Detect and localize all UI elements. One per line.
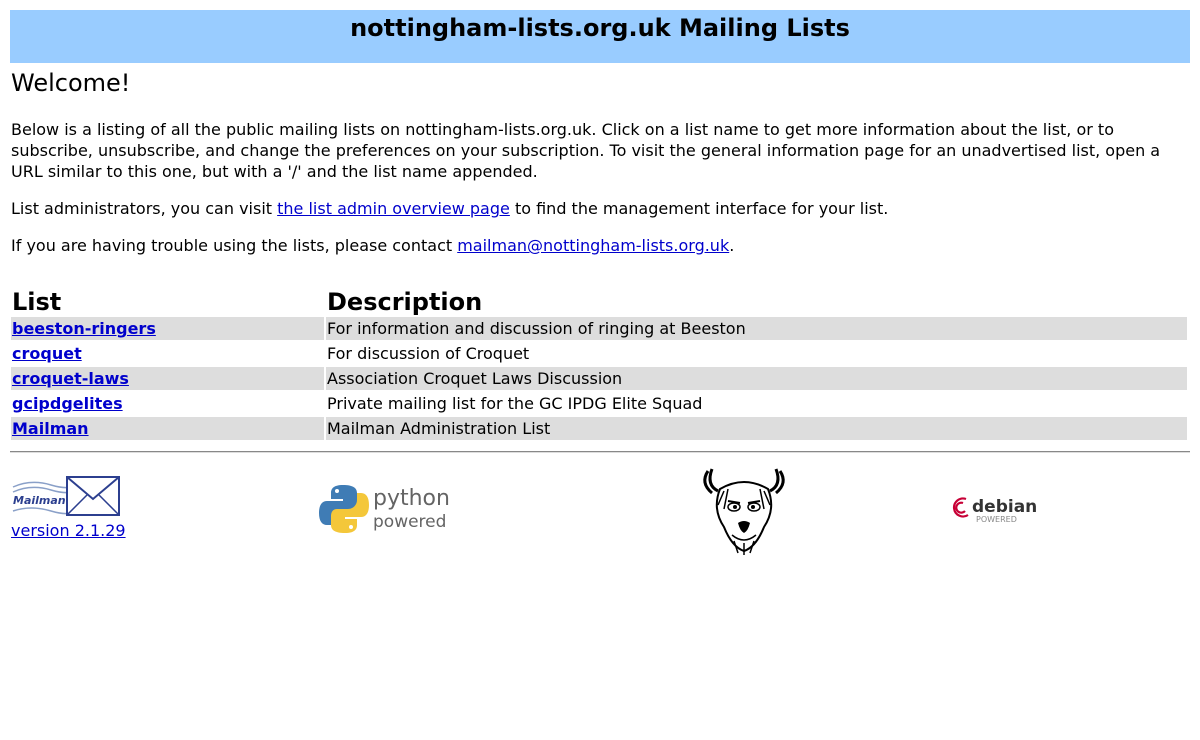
python-powered-logo-icon[interactable]: python powered bbox=[319, 483, 450, 535]
list-column-header: List bbox=[12, 288, 62, 316]
footer: Mailman version 2.1.29 python powered de… bbox=[10, 465, 1190, 575]
list-name-cell: croquet-laws bbox=[11, 367, 324, 390]
table-header-row: List Description bbox=[11, 289, 1187, 315]
list-link-croquet[interactable]: croquet bbox=[12, 344, 82, 363]
list-description-cell: Private mailing list for the GC IPDG Eli… bbox=[327, 394, 703, 413]
debian-powered-logo-icon[interactable]: debian POWERED bbox=[950, 493, 1040, 525]
list-name-cell: Mailman bbox=[11, 417, 324, 440]
welcome-heading: Welcome! bbox=[11, 69, 131, 97]
list-link-mailman[interactable]: Mailman bbox=[12, 419, 89, 438]
list-link-croquet-laws[interactable]: croquet-laws bbox=[12, 369, 129, 388]
table-row: gcipdgelites Private mailing list for th… bbox=[11, 392, 1187, 415]
list-name-cell: croquet bbox=[11, 342, 324, 365]
description-column-header: Description bbox=[327, 288, 483, 316]
mailing-lists-table: List Description beeston-ringers For inf… bbox=[9, 287, 1189, 442]
gnu-head-graphic bbox=[703, 468, 785, 555]
list-link-beeston-ringers[interactable]: beeston-ringers bbox=[12, 319, 156, 338]
gnu-head-logo-icon[interactable] bbox=[698, 465, 790, 555]
contact-email-link[interactable]: mailman@nottingham-lists.org.uk bbox=[457, 236, 729, 255]
footer-divider bbox=[10, 451, 1190, 453]
list-link-gcipdgelites[interactable]: gcipdgelites bbox=[12, 394, 123, 413]
admin-paragraph: List administrators, you can visit the l… bbox=[11, 198, 1190, 219]
list-name-cell: gcipdgelites bbox=[11, 392, 324, 415]
contact-paragraph: If you are having trouble using the list… bbox=[11, 235, 1190, 256]
python-logo-word: python bbox=[373, 486, 449, 511]
mailman-logo-graphic: Mailman bbox=[12, 476, 120, 516]
header-banner: nottingham-lists.org.uk Mailing Lists bbox=[10, 10, 1190, 63]
debian-logo-graphic: debian POWERED bbox=[952, 497, 1037, 524]
admin-prefix-text: List administrators, you can visit bbox=[11, 199, 278, 218]
table-row: beeston-ringers For information and disc… bbox=[11, 317, 1187, 340]
debian-logo-word: debian bbox=[972, 497, 1037, 517]
table-row: Mailman Mailman Administration List bbox=[11, 417, 1187, 440]
list-description-cell: For information and discussion of ringin… bbox=[326, 317, 1187, 340]
debian-logo-powered: POWERED bbox=[976, 515, 1017, 524]
intro-paragraph: Below is a listing of all the public mai… bbox=[11, 120, 1161, 181]
table-row: croquet-laws Association Croquet Laws Di… bbox=[11, 367, 1187, 390]
list-name-cell: beeston-ringers bbox=[11, 317, 324, 340]
mailman-version-link[interactable]: version 2.1.29 bbox=[11, 521, 126, 540]
contact-prefix-text: If you are having trouble using the list… bbox=[11, 236, 458, 255]
contact-suffix-text: . bbox=[729, 236, 735, 255]
list-description-cell: Association Croquet Laws Discussion bbox=[326, 367, 1187, 390]
list-description-cell: Mailman Administration List bbox=[326, 417, 1187, 440]
python-logo-graphic: python powered bbox=[319, 485, 450, 533]
list-description-cell: For discussion of Croquet bbox=[327, 344, 530, 363]
page-title: nottingham-lists.org.uk Mailing Lists bbox=[350, 14, 850, 42]
python-logo-powered: powered bbox=[373, 512, 446, 532]
page: nottingham-lists.org.uk Mailing Lists We… bbox=[0, 0, 1200, 575]
admin-suffix-text: to find the management interface for you… bbox=[509, 199, 889, 218]
mailman-logo-text: Mailman bbox=[13, 494, 66, 507]
mailman-logo-icon[interactable]: Mailman bbox=[11, 473, 123, 521]
admin-overview-link[interactable]: the list admin overview page bbox=[277, 199, 510, 218]
table-row: croquet For discussion of Croquet bbox=[11, 342, 1187, 365]
